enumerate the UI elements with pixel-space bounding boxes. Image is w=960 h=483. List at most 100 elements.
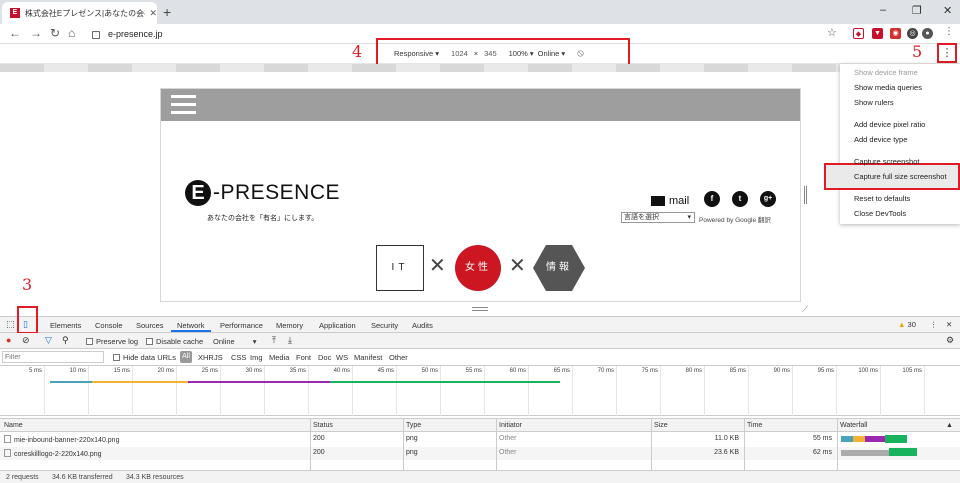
mail-icon bbox=[651, 196, 665, 206]
warning-count[interactable]: ▲ 30 bbox=[898, 320, 916, 329]
tab-elements[interactable]: Elements bbox=[50, 321, 81, 330]
inspect-element-icon[interactable]: ⬚ bbox=[6, 319, 15, 330]
viewport-width[interactable]: 1024 bbox=[451, 49, 468, 58]
hamburger-menu-icon[interactable] bbox=[171, 95, 196, 115]
menu-item-show-rulers[interactable]: Show rulers bbox=[854, 98, 894, 107]
search-icon[interactable]: ⚲ bbox=[62, 335, 69, 346]
disable-cache-checkbox[interactable]: Disable cache bbox=[146, 337, 203, 346]
filter-type-css[interactable]: CSS bbox=[231, 353, 246, 362]
tab-memory[interactable]: Memory bbox=[276, 321, 303, 330]
export-har-icon[interactable]: ⤓ bbox=[288, 335, 292, 346]
filter-type-js[interactable]: JS bbox=[214, 353, 223, 362]
site-logo[interactable]: E -PRESENCE bbox=[185, 180, 340, 206]
filter-type-all[interactable]: All bbox=[180, 351, 192, 363]
tab-console[interactable]: Console bbox=[95, 321, 123, 330]
timeline-bar-content bbox=[330, 381, 560, 383]
column-header-name[interactable]: Name bbox=[4, 422, 23, 429]
filter-type-media[interactable]: Media bbox=[269, 353, 289, 362]
reload-icon[interactable]: ↻ bbox=[50, 26, 60, 40]
window-close-button[interactable]: ✕ bbox=[943, 4, 952, 17]
column-header-status[interactable]: Status bbox=[313, 422, 333, 429]
waterfall-row2-content bbox=[889, 448, 917, 456]
menu-item-capture-full-size-screenshot[interactable]: Capture full size screenshot bbox=[854, 172, 947, 181]
zoom-select[interactable]: 100% ▾ bbox=[509, 49, 534, 58]
viewport-height[interactable]: 345 bbox=[484, 49, 497, 58]
preserve-log-checkbox[interactable]: Preserve log bbox=[86, 337, 138, 346]
filter-type-img[interactable]: Img bbox=[250, 353, 263, 362]
tab-performance[interactable]: Performance bbox=[220, 321, 263, 330]
extension-shield-icon[interactable]: ◆ bbox=[853, 28, 864, 39]
cell-type: png bbox=[406, 435, 418, 442]
tab-application[interactable]: Application bbox=[319, 321, 356, 330]
rotate-icon[interactable]: ⦸ bbox=[577, 48, 584, 59]
devtools-close-icon[interactable]: ✕ bbox=[946, 320, 952, 329]
column-header-time[interactable]: Time bbox=[747, 422, 762, 429]
menu-item-reset-to-defaults[interactable]: Reset to defaults bbox=[854, 194, 910, 203]
mail-link[interactable]: mail bbox=[651, 195, 689, 207]
device-select[interactable]: Responsive ▾ bbox=[394, 49, 439, 58]
network-timeline-overview: 5 ms 10 ms 15 ms 20 ms 25 ms 30 ms 35 ms 40 ms 4… bbox=[0, 366, 960, 416]
cell-type: png bbox=[406, 449, 418, 456]
import-har-icon[interactable]: ⤒ bbox=[272, 335, 276, 346]
filter-type-manifest[interactable]: Manifest bbox=[354, 353, 382, 362]
timeline-tick-label: 20 ms bbox=[157, 368, 174, 374]
filter-type-ws[interactable]: WS bbox=[336, 353, 348, 362]
filter-type-doc[interactable]: Doc bbox=[318, 353, 331, 362]
menu-item-show-device-frame[interactable]: Show device frame bbox=[854, 68, 918, 77]
hide-data-urls-checkbox[interactable]: Hide data URLs bbox=[113, 353, 176, 362]
column-header-type[interactable]: Type bbox=[406, 422, 421, 429]
tab-audits[interactable]: Audits bbox=[412, 321, 433, 330]
browser-tab[interactable]: E 株式会社Eプレゼンス|あなたの会社を ✕ bbox=[2, 2, 157, 24]
twitter-icon[interactable]: t bbox=[732, 191, 748, 207]
record-icon[interactable]: ● bbox=[6, 335, 11, 345]
timeline-gridline bbox=[484, 366, 485, 416]
filter-funnel-icon[interactable]: ▽ bbox=[45, 335, 52, 346]
menu-item-show-media-queries[interactable]: Show media queries bbox=[854, 83, 922, 92]
network-select[interactable]: Online ▾ bbox=[538, 49, 566, 58]
tab-sources[interactable]: Sources bbox=[136, 321, 164, 330]
it-badge: IT bbox=[376, 245, 424, 291]
network-settings-gear-icon[interactable]: ⚙ bbox=[946, 335, 954, 346]
facebook-icon[interactable]: f bbox=[704, 191, 720, 207]
forward-arrow-icon[interactable]: → bbox=[30, 26, 42, 40]
resize-handle-right[interactable] bbox=[804, 186, 807, 204]
filter-input[interactable] bbox=[2, 351, 104, 363]
extension-red-icon[interactable]: ◉ bbox=[890, 28, 901, 39]
sort-arrow-icon[interactable]: ▲ bbox=[946, 422, 953, 429]
table-row[interactable]: coreskilllogo-2-220x140.png 200 png Other 23… bbox=[0, 447, 960, 460]
minimize-button[interactable]: – bbox=[880, 4, 886, 16]
menu-item-add-device-pixel-ratio[interactable]: Add device pixel ratio bbox=[854, 120, 925, 129]
home-icon[interactable]: ⌂ bbox=[68, 26, 75, 40]
extension-dark-icon[interactable]: ◎ bbox=[907, 28, 918, 39]
column-header-initiator[interactable]: Initiator bbox=[499, 422, 522, 429]
language-select[interactable]: 言語を選択 ▾ bbox=[621, 212, 695, 223]
bookmark-star-icon[interactable]: ☆ bbox=[827, 26, 837, 39]
column-header-size[interactable]: Size bbox=[654, 422, 668, 429]
extension-pocket-icon[interactable]: ▼ bbox=[872, 28, 883, 39]
clear-icon[interactable]: ⊘ bbox=[22, 335, 30, 346]
google-plus-icon[interactable]: g+ bbox=[760, 191, 776, 207]
profile-avatar-icon[interactable]: ● bbox=[922, 28, 933, 39]
col-sep-status bbox=[310, 418, 311, 470]
devtools-menu-icon[interactable]: ⋮ bbox=[930, 320, 938, 329]
back-arrow-icon[interactable]: ← bbox=[9, 26, 21, 40]
filter-type-font[interactable]: Font bbox=[296, 353, 311, 362]
tab-security[interactable]: Security bbox=[371, 321, 398, 330]
menu-item-capture-screenshot[interactable]: Capture screenshot bbox=[854, 157, 919, 166]
filter-type-other[interactable]: Other bbox=[389, 353, 408, 362]
new-tab-button[interactable]: + bbox=[163, 4, 171, 20]
restore-button[interactable]: ❐ bbox=[912, 4, 922, 17]
throttle-select[interactable]: Online ▾ bbox=[213, 337, 256, 346]
resize-handle-corner[interactable]: ⟋ bbox=[802, 304, 808, 315]
filter-type-xhr[interactable]: XHR bbox=[198, 353, 214, 362]
tab-close-icon[interactable]: ✕ bbox=[149, 8, 157, 19]
device-toolbar-menu-icon[interactable]: ⋮ bbox=[937, 43, 957, 63]
resize-handle-bottom[interactable] bbox=[472, 307, 488, 311]
menu-item-add-device-type[interactable]: Add device type bbox=[854, 135, 907, 144]
menu-item-close-devtools[interactable]: Close DevTools bbox=[854, 209, 906, 218]
tab-network[interactable]: Network bbox=[177, 321, 205, 330]
column-header-waterfall[interactable]: Waterfall bbox=[840, 422, 867, 429]
cell-initiator: Other bbox=[499, 449, 517, 456]
chrome-menu-icon[interactable]: ⋮ bbox=[944, 26, 954, 37]
table-row[interactable]: mie-inbound-banner-220x140.png 200 png Othe… bbox=[0, 433, 960, 446]
